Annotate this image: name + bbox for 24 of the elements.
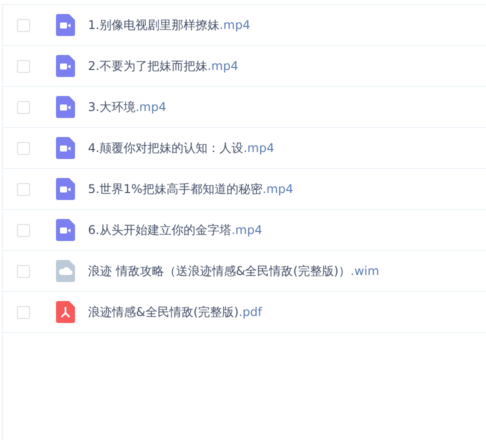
file-name[interactable]: 5.世界1%把妹高手都知道的秘密.mp4 <box>88 180 294 198</box>
video-file-icon <box>56 96 75 118</box>
checkbox[interactable] <box>17 18 30 32</box>
file-name[interactable]: 浪迹情感&全民情敌(完整版).pdf <box>88 303 262 321</box>
video-file-icon <box>56 137 75 159</box>
file-name[interactable]: 2.不要为了把妹而把妹.mp4 <box>88 57 238 75</box>
video-file-icon <box>56 55 75 77</box>
checkbox[interactable] <box>17 224 30 236</box>
checkbox[interactable] <box>17 60 30 72</box>
pdf-file-icon <box>56 301 75 323</box>
video-file-icon <box>56 219 75 241</box>
cloud-file-icon <box>56 260 75 282</box>
checkbox[interactable] <box>17 306 30 318</box>
checkbox[interactable] <box>17 264 30 278</box>
file-name[interactable]: 4.颠覆你对把妹的认知：人设.mp4 <box>88 139 274 157</box>
video-file-icon <box>56 178 75 200</box>
file-name[interactable]: 3.大环境.mp4 <box>88 98 166 116</box>
file-name[interactable]: 1.别像电视剧里那样撩妹.mp4 <box>88 16 250 34</box>
checkbox[interactable] <box>17 182 30 196</box>
checkbox[interactable] <box>17 142 30 154</box>
file-name[interactable]: 浪迹 情敌攻略（送浪迹情感&全民情敌(完整版)）.wim <box>88 262 380 280</box>
checkbox[interactable] <box>17 100 30 114</box>
video-file-icon <box>56 14 75 36</box>
file-name[interactable]: 6.从头开始建立你的金字塔.mp4 <box>88 221 262 239</box>
